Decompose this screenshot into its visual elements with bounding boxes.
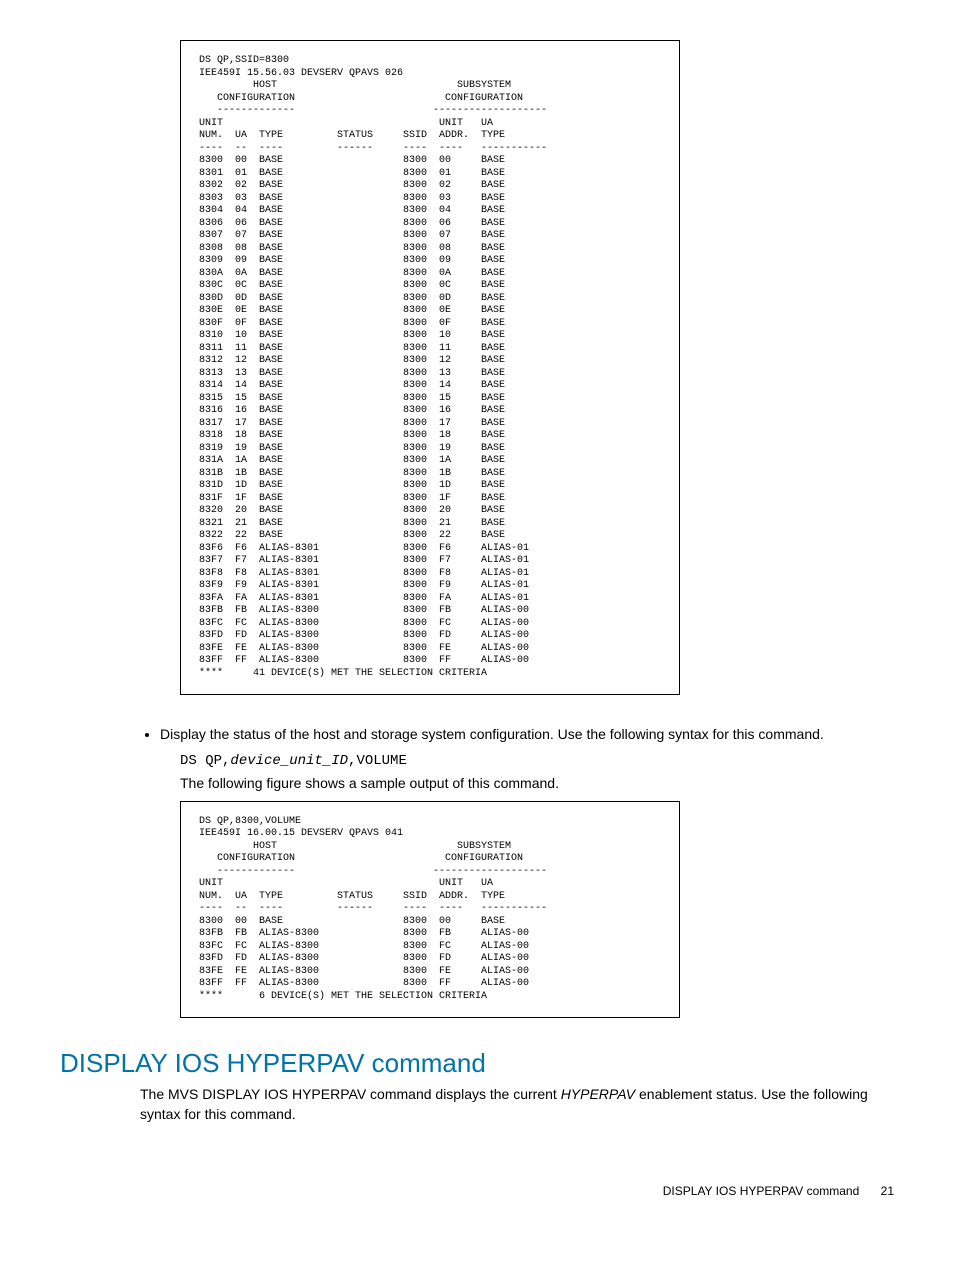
section-text-1: The MVS DISPLAY IOS HYPERPAV command dis… [140, 1086, 561, 1102]
bullet-item: Display the status of the host and stora… [160, 725, 894, 745]
section-em: HYPERPAV [561, 1086, 635, 1102]
page-footer: DISPLAY IOS HYPERPAV command 21 [60, 1184, 894, 1198]
output-box-2: DS QP,8300,VOLUME IEE459I 16.00.15 DEVSE… [180, 801, 680, 1019]
footer-page-number: 21 [881, 1184, 894, 1198]
section-heading: DISPLAY IOS HYPERPAV command [60, 1048, 894, 1079]
section-body: The MVS DISPLAY IOS HYPERPAV command dis… [140, 1085, 894, 1124]
cmd-prefix: DS QP, [180, 753, 230, 769]
command-syntax: DS QP,device_unit_ID,VOLUME [180, 753, 894, 769]
cmd-suffix: ,VOLUME [348, 753, 407, 769]
cmd-variable: device_unit_ID [230, 753, 348, 769]
output-box-1: DS QP,SSID=8300 IEE459I 15.56.03 DEVSERV… [180, 40, 680, 695]
footer-label: DISPLAY IOS HYPERPAV command [663, 1184, 860, 1198]
sample-output-text: The following figure shows a sample outp… [180, 775, 894, 791]
bullet-list: Display the status of the host and stora… [140, 725, 894, 745]
